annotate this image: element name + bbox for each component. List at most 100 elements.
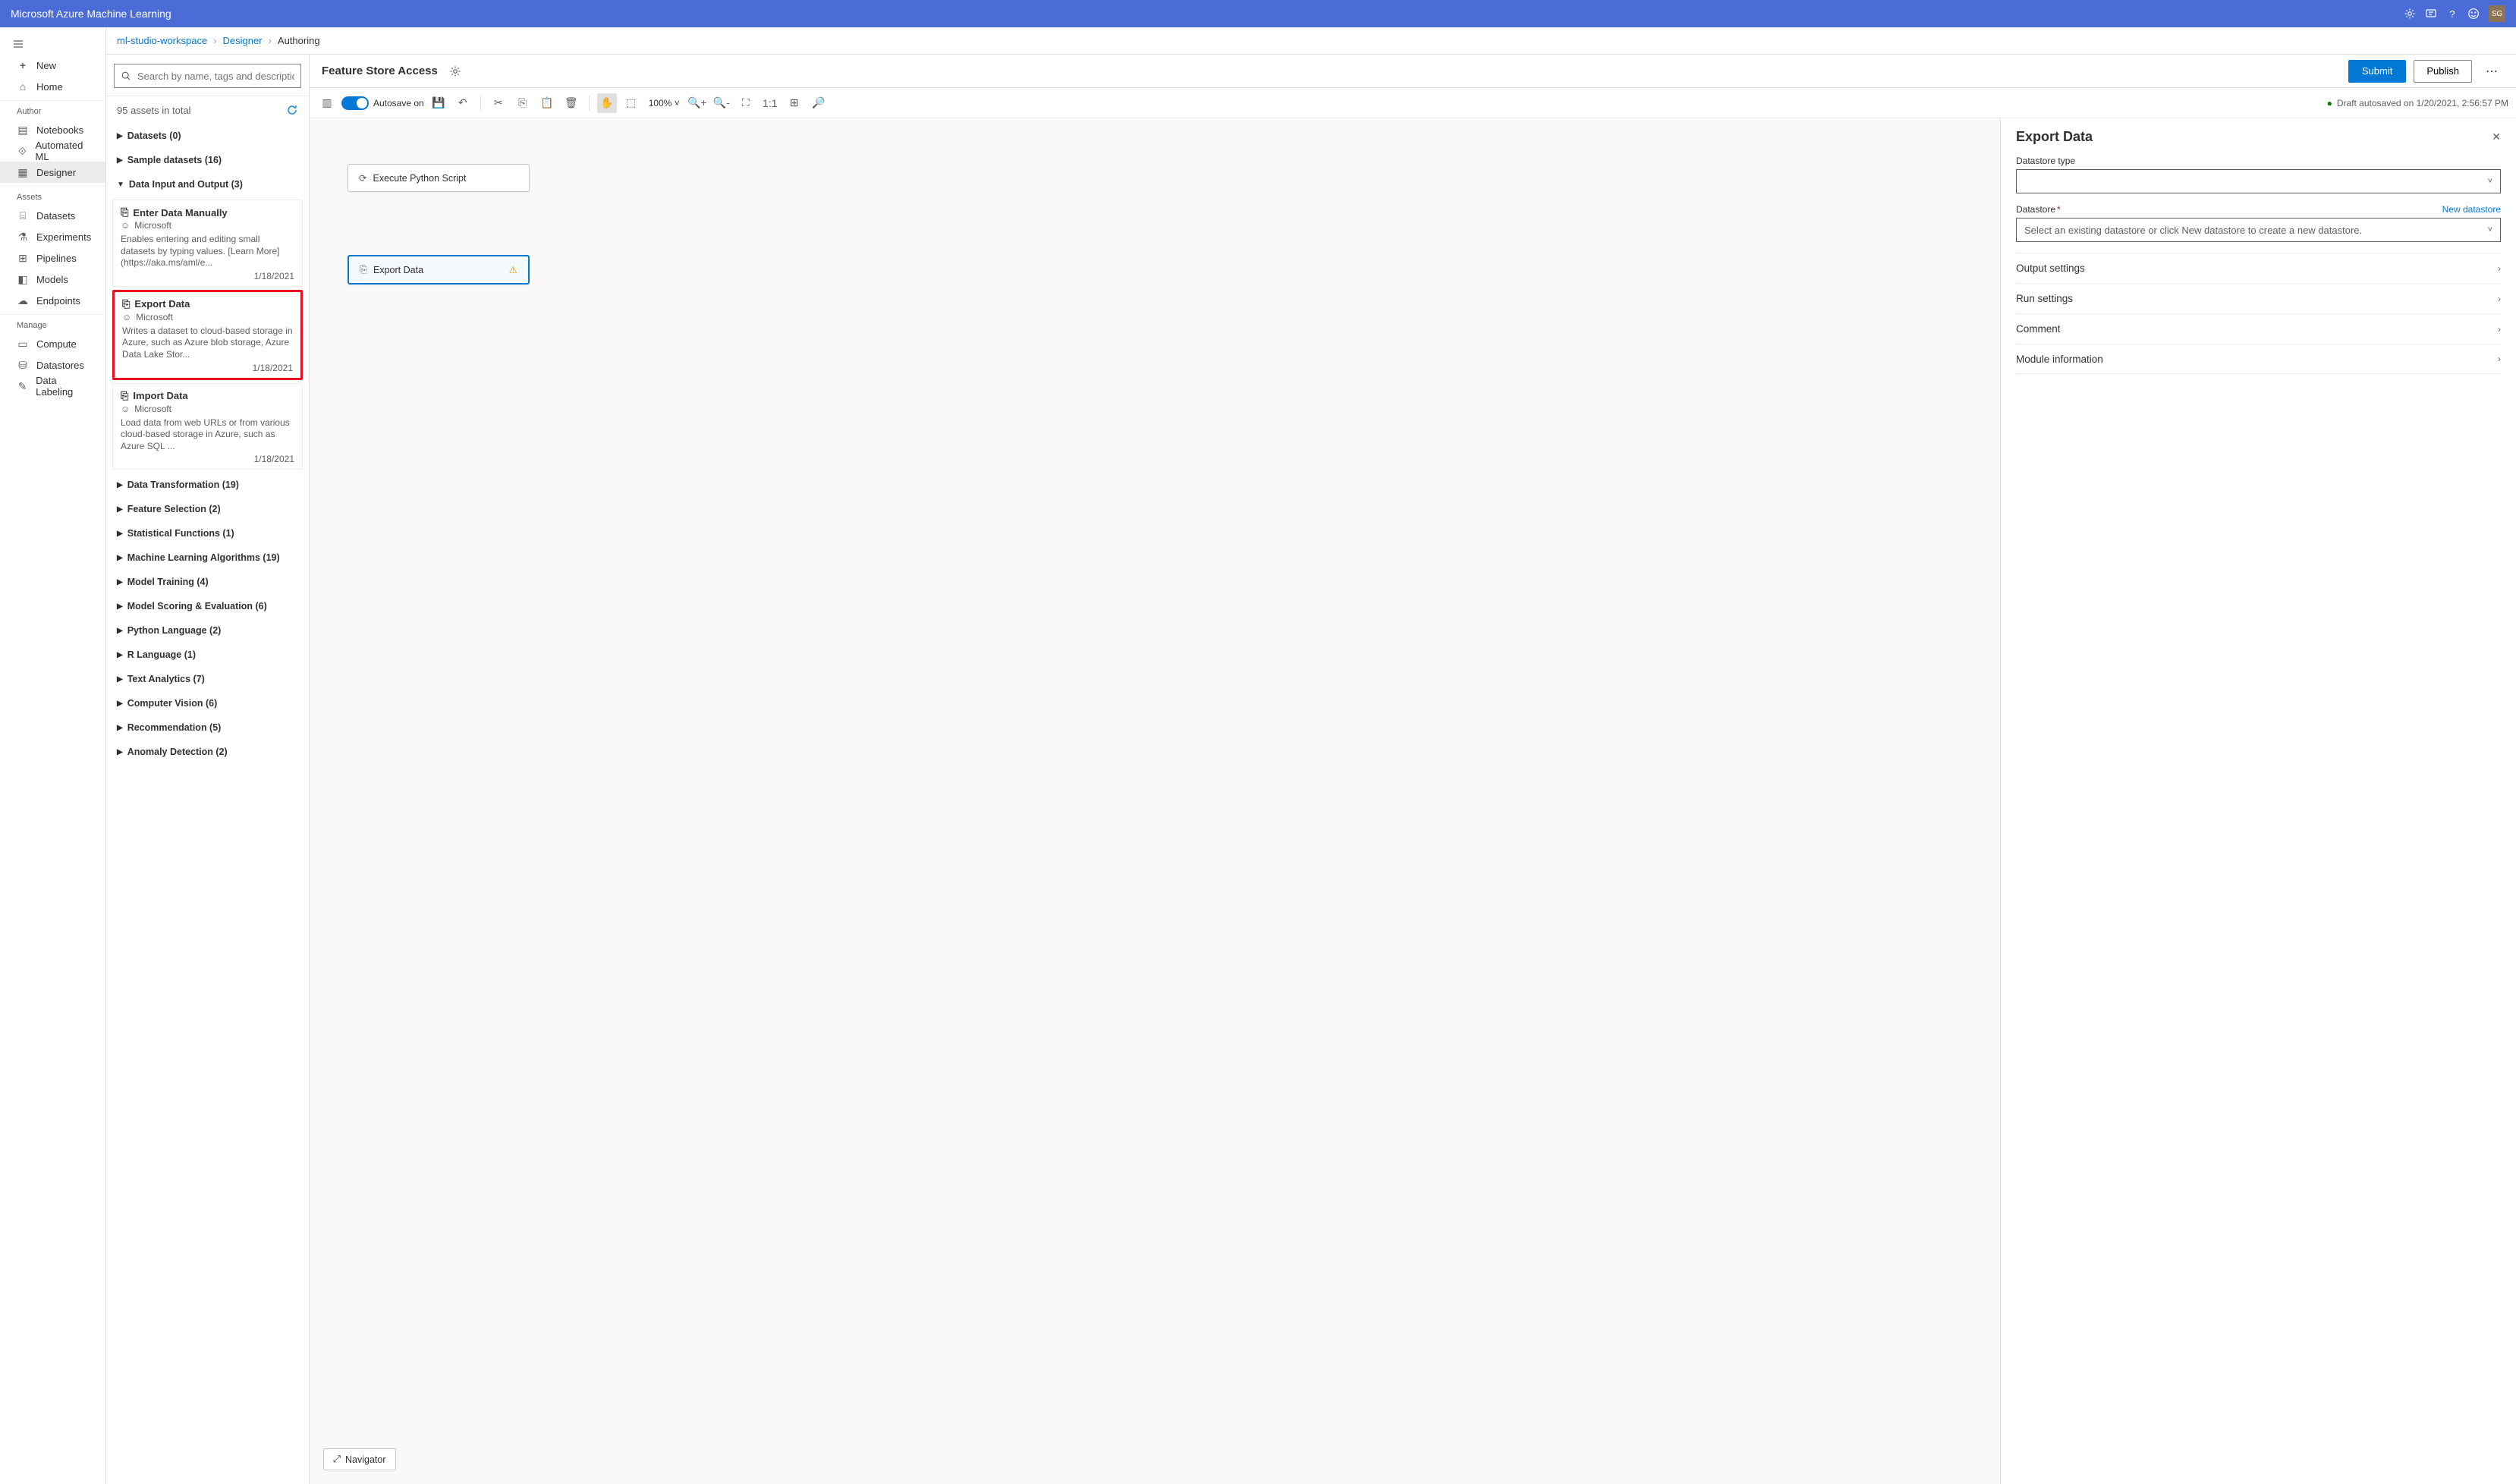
nav-experiments[interactable]: ⚗Experiments [0,226,105,247]
cat-text[interactable]: ▶Text Analytics (7) [112,667,303,691]
cat-scoring[interactable]: ▶Model Scoring & Evaluation (6) [112,594,303,618]
search-canvas-icon[interactable]: 🔎 [809,93,829,113]
cat-stat[interactable]: ▶Statistical Functions (1) [112,521,303,545]
cat-python[interactable]: ▶Python Language (2) [112,618,303,643]
nav-compute[interactable]: ▭Compute [0,333,105,354]
zoom-level[interactable]: 100% ˅ [646,98,683,108]
cat-mlalgo[interactable]: ▶Machine Learning Algorithms (19) [112,545,303,570]
check-icon: ● [2327,98,2332,108]
undo-icon[interactable]: ↶ [453,93,473,113]
cat-sample[interactable]: ▶Sample datasets (16) [112,148,303,172]
nav-collapse-icon[interactable] [0,33,105,55]
designer-icon: ▦ [17,166,29,179]
cat-r[interactable]: ▶R Language (1) [112,643,303,667]
chevron-right-icon: › [2498,354,2501,364]
nav-datalabeling[interactable]: ✎Data Labeling [0,376,105,397]
smiley-icon[interactable] [2463,3,2484,24]
nav-home[interactable]: ⌂Home [0,76,105,97]
cat-transform[interactable]: ▶Data Transformation (19) [112,473,303,497]
cat-anomaly[interactable]: ▶Anomaly Detection (2) [112,740,303,764]
datastore-select[interactable]: Select an existing datastore or click Ne… [2016,218,2501,242]
triangle-right-icon: ▶ [117,554,123,562]
autosave-label: Autosave on [373,98,424,108]
refresh-icon[interactable] [286,104,298,116]
paste-icon[interactable]: 📋 [537,93,557,113]
cat-rec[interactable]: ▶Recommendation (5) [112,715,303,740]
nav-notebooks[interactable]: ▤Notebooks [0,119,105,140]
asset-palette: 95 assets in total ▶Datasets (0) ▶Sample… [106,55,310,1484]
breadcrumb: ml-studio-workspace › Designer › Authori… [106,27,2516,55]
navigator-button[interactable]: ⤢ Navigator [323,1448,396,1470]
cat-feature[interactable]: ▶Feature Selection (2) [112,497,303,521]
cat-training[interactable]: ▶Model Training (4) [112,570,303,594]
cat-data-io[interactable]: ▼Data Input and Output (3) [112,172,303,197]
avatar[interactable]: SG [2489,5,2505,22]
endpoints-icon: ☁ [17,294,29,307]
triangle-right-icon: ▶ [117,481,123,489]
node-execute-python[interactable]: ⟳ Execute Python Script [348,164,530,192]
asset-import-data[interactable]: ⎘Import Data ☺Microsoft Load data from w… [112,383,303,470]
notebook-icon: ▤ [17,124,29,137]
search-input[interactable] [114,64,301,88]
nav-datastores[interactable]: ⛁Datastores [0,354,105,376]
chevron-right-icon: › [2498,324,2501,335]
zoom-in-icon[interactable]: 🔍+ [687,93,707,113]
nav-endpoints[interactable]: ☁Endpoints [0,290,105,311]
section-module-info[interactable]: Module information› [2016,344,2501,374]
triangle-right-icon: ▶ [117,675,123,684]
triangle-right-icon: ▶ [117,505,123,514]
publish-button[interactable]: Publish [2414,60,2472,83]
settings-gear-icon[interactable] [445,61,465,81]
chevron-down-icon: ˅ [2488,225,2492,234]
save-icon[interactable]: 💾 [429,93,448,113]
more-icon[interactable]: ⋯ [2480,64,2504,79]
minimap-icon[interactable]: ▥ [317,93,337,113]
actual-size-icon[interactable]: 1:1 [760,93,780,113]
zoom-out-icon[interactable]: 🔍- [712,93,731,113]
autosave-toggle[interactable] [341,96,369,110]
datastore-type-select[interactable]: ˅ [2016,169,2501,193]
nav-models[interactable]: ◧Models [0,269,105,290]
properties-panel: Export Data ✕ Datastore type ˅ Datastore… [2000,118,2516,1484]
nav-new[interactable]: +New [0,55,105,76]
cat-cv[interactable]: ▶Computer Vision (6) [112,691,303,715]
chevron-right-icon: › [2498,263,2501,274]
pan-icon[interactable]: ✋ [597,93,617,113]
crumb-designer[interactable]: Designer [223,35,263,46]
asset-enter-data[interactable]: ⎘Enter Data Manually ☺Microsoft Enables … [112,200,303,287]
cat-datasets[interactable]: ▶Datasets (0) [112,124,303,148]
help-icon[interactable]: ? [2442,3,2463,24]
nav-automl[interactable]: ⟐Automated ML [0,140,105,162]
new-datastore-link[interactable]: New datastore [2442,204,2501,215]
export-icon: ⎘ [360,264,367,275]
feedback-icon[interactable] [2420,3,2442,24]
nav-datasets[interactable]: ⌸Datasets [0,205,105,226]
section-comment[interactable]: Comment› [2016,313,2501,344]
crumb-workspace[interactable]: ml-studio-workspace [117,35,207,46]
node-export-data[interactable]: ⎘ Export Data ⚠ [348,255,530,285]
settings-icon[interactable] [2399,3,2420,24]
module-icon: ⎘ [122,298,130,310]
person-icon: ☺ [121,404,130,414]
cut-icon[interactable]: ✂ [489,93,508,113]
layout-icon[interactable]: ⊞ [785,93,804,113]
select-icon[interactable]: ⬚ [621,93,641,113]
asset-export-data[interactable]: ⎘Export Data ☺Microsoft Writes a dataset… [112,290,303,380]
delete-icon[interactable]: 🗑 [561,93,581,113]
nav-designer[interactable]: ▦Designer [0,162,105,183]
section-output-settings[interactable]: Output settings› [2016,253,2501,283]
nav-pipelines[interactable]: ⊞Pipelines [0,247,105,269]
close-icon[interactable]: ✕ [2492,130,2501,143]
copy-icon[interactable]: ⎘ [513,93,533,113]
triangle-right-icon: ▶ [117,748,123,756]
draft-status: ● Draft autosaved on 1/20/2021, 2:56:57 … [2327,98,2508,108]
triangle-right-icon: ▶ [117,132,123,140]
automl-icon: ⟐ [17,145,27,158]
side-nav: +New ⌂Home Author ▤Notebooks ⟐Automated … [0,27,106,1484]
search-input-field[interactable] [137,71,294,82]
fit-icon[interactable]: ⛶ [736,93,756,113]
designer-canvas[interactable]: ⟳ Execute Python Script ⎘ Export Data ⚠ … [310,118,2000,1484]
section-run-settings[interactable]: Run settings› [2016,283,2501,313]
panel-title: Export Data [2016,129,2093,145]
submit-button[interactable]: Submit [2348,60,2406,83]
